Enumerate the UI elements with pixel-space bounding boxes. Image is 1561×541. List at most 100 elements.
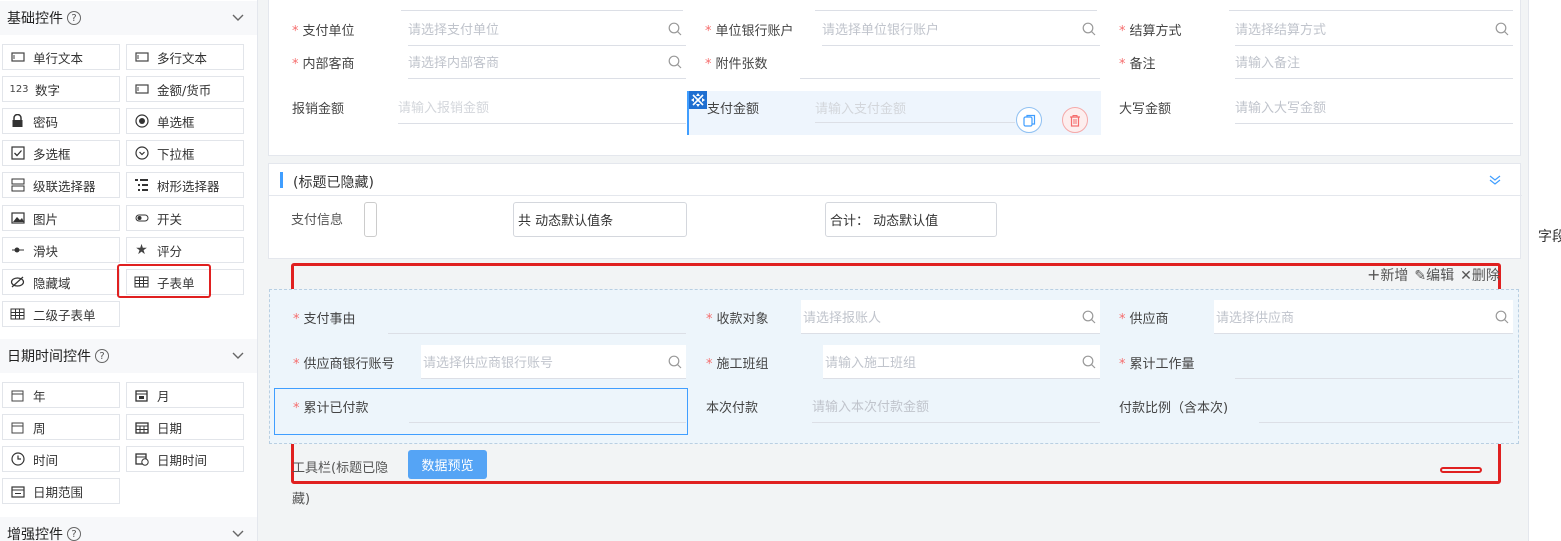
help-icon[interactable]: ? bbox=[95, 349, 109, 363]
switch-icon bbox=[134, 211, 149, 226]
control-date[interactable]: 日期 bbox=[126, 414, 244, 440]
control-hidden-field[interactable]: 隐藏域 bbox=[2, 269, 120, 295]
search-icon[interactable] bbox=[668, 55, 682, 69]
control-label: 图片 bbox=[33, 211, 59, 227]
control-time[interactable]: 时间 bbox=[2, 446, 120, 472]
control-currency[interactable]: 金额/货币 bbox=[126, 76, 244, 102]
copy-field-button[interactable] bbox=[1016, 107, 1042, 133]
control-switch[interactable]: 开关 bbox=[126, 205, 244, 231]
basic-controls-title: 基础控件 bbox=[7, 11, 63, 27]
control-datetime[interactable]: 日期时间 bbox=[126, 446, 244, 472]
control-date-range[interactable]: 日期范围 bbox=[2, 478, 120, 504]
right-panel-tab[interactable]: 字段 bbox=[1538, 226, 1561, 246]
search-icon[interactable] bbox=[1082, 310, 1096, 324]
search-icon[interactable] bbox=[668, 22, 682, 36]
chevron-down-icon[interactable] bbox=[232, 11, 244, 23]
current-payment-input[interactable]: 请输入本次付款金额 bbox=[812, 389, 1100, 423]
control-label: 单行文本 bbox=[33, 50, 84, 66]
payment-unit-input[interactable]: 请选择支付单位 bbox=[408, 12, 686, 46]
edit-row-button[interactable]: ✎编辑 bbox=[1414, 265, 1454, 285]
field-label: 大写金额 bbox=[1119, 101, 1172, 117]
control-label: 隐藏域 bbox=[33, 275, 71, 291]
search-icon[interactable] bbox=[1495, 22, 1509, 36]
field-cumulative-workload: * 累计工作量 bbox=[1119, 345, 1513, 379]
pay-info-input[interactable] bbox=[364, 202, 377, 237]
control-label: 月 bbox=[157, 388, 170, 404]
remark-input[interactable]: 请输入备注 bbox=[1235, 45, 1513, 79]
double-chevron-down-icon[interactable] bbox=[1489, 174, 1501, 186]
settlement-method-input[interactable]: 请选择结算方式 bbox=[1235, 12, 1513, 46]
cascader-icon bbox=[10, 178, 25, 193]
payment-ratio-input[interactable] bbox=[1259, 389, 1513, 423]
construction-team-input[interactable]: 请输入施工班组 bbox=[823, 345, 1100, 379]
attachment-count-input[interactable] bbox=[800, 45, 1100, 79]
control-image[interactable]: 图片 bbox=[2, 205, 120, 231]
payee-input[interactable]: 请选择报账人 bbox=[801, 300, 1100, 334]
control-radio[interactable]: 单选框 bbox=[126, 108, 244, 134]
payment-reason-input[interactable] bbox=[388, 300, 686, 334]
field-attachment-count: * 附件张数 bbox=[705, 45, 1100, 79]
single-line-text-icon bbox=[10, 50, 25, 65]
field-remark: * 备注 请输入备注 bbox=[1119, 45, 1513, 79]
search-icon[interactable] bbox=[1082, 22, 1096, 36]
control-year[interactable]: 年 bbox=[2, 382, 120, 408]
enhanced-controls-header[interactable]: 增强控件 ? bbox=[0, 517, 257, 541]
unit-bank-account-input[interactable]: 请选择单位银行账户 bbox=[822, 12, 1100, 46]
drag-move-icon[interactable] bbox=[689, 91, 707, 109]
control-label: 开关 bbox=[157, 211, 183, 227]
internal-merchant-input[interactable]: 请选择内部客商 bbox=[408, 45, 686, 79]
control-tree-select[interactable]: 树形选择器 bbox=[126, 172, 244, 198]
chevron-down-icon[interactable] bbox=[232, 349, 244, 361]
calendar-time-icon bbox=[134, 452, 149, 467]
amount-in-words-input[interactable]: 请输入大写金额 bbox=[1235, 90, 1513, 124]
selected-field-payment-amount[interactable]: 支付金额 请输入支付金额 bbox=[687, 91, 1101, 135]
cumulative-paid-input[interactable] bbox=[409, 389, 686, 423]
control-dropdown[interactable]: 下拉框 bbox=[126, 140, 244, 166]
field-label: * 累计工作量 bbox=[1119, 356, 1195, 372]
field-label: * 支付事由 bbox=[293, 311, 356, 327]
control-label: 二级子表单 bbox=[33, 307, 96, 323]
control-single-line-text[interactable]: 单行文本 bbox=[2, 44, 120, 70]
control-label: 下拉框 bbox=[157, 146, 195, 162]
basic-controls-header[interactable]: 基础控件 ? bbox=[0, 1, 257, 35]
data-preview-button[interactable]: 数据预览 bbox=[408, 450, 487, 479]
supplier-input[interactable]: 请选择供应商 bbox=[1214, 300, 1513, 334]
control-label: 时间 bbox=[33, 452, 59, 468]
toolbar-label-line1: 工具栏(标题已隐 bbox=[292, 461, 389, 476]
control-password[interactable]: 密码 bbox=[2, 108, 120, 134]
add-row-button[interactable]: +新增 bbox=[1367, 265, 1408, 285]
control-label: 密码 bbox=[33, 114, 59, 130]
control-month[interactable]: 月 bbox=[126, 382, 244, 408]
search-icon[interactable] bbox=[668, 355, 682, 369]
control-label: 级联选择器 bbox=[33, 178, 96, 194]
control-checkbox[interactable]: 多选框 bbox=[2, 140, 120, 166]
payment-amount-underline bbox=[815, 122, 1015, 123]
help-icon[interactable]: ? bbox=[67, 527, 81, 541]
delete-row-button[interactable]: ✕删除 bbox=[1460, 265, 1500, 285]
control-slider[interactable]: 滑块 bbox=[2, 237, 120, 263]
dropdown-icon bbox=[134, 146, 149, 161]
enhanced-controls-title: 增强控件 bbox=[7, 527, 63, 541]
control-rate[interactable]: ★ 评分 bbox=[126, 237, 244, 263]
datetime-controls-header[interactable]: 日期时间控件 ? bbox=[0, 339, 257, 373]
calendar-year-icon bbox=[10, 388, 25, 403]
reimbursement-amount-input[interactable]: 请输入报销金额 bbox=[398, 90, 686, 124]
delete-field-button[interactable] bbox=[1062, 107, 1088, 133]
search-icon[interactable] bbox=[1082, 355, 1096, 369]
control-cascader[interactable]: 级联选择器 bbox=[2, 172, 120, 198]
control-multi-line-text[interactable]: 多行文本 bbox=[126, 44, 244, 70]
control-week[interactable]: 周 bbox=[2, 414, 120, 440]
field-cumulative-paid: * 累计已付款 bbox=[293, 389, 686, 423]
help-icon[interactable]: ? bbox=[67, 11, 81, 25]
cumulative-workload-input[interactable] bbox=[1235, 345, 1513, 379]
section-title: (标题已隐藏) bbox=[293, 175, 374, 191]
supplier-bank-account-input[interactable]: 请选择供应商银行账号 bbox=[421, 345, 686, 379]
search-icon[interactable] bbox=[1495, 310, 1509, 324]
control-number[interactable]: 123 数字 bbox=[2, 76, 120, 102]
control-label: 日期范围 bbox=[33, 484, 84, 500]
control-nested-subform[interactable]: 二级子表单 bbox=[2, 301, 120, 327]
field-construction-team: * 施工班组 请输入施工班组 bbox=[706, 345, 1100, 379]
field-label: * 附件张数 bbox=[705, 56, 768, 72]
chevron-down-icon[interactable] bbox=[232, 527, 244, 539]
control-label: 金额/货币 bbox=[157, 82, 212, 98]
